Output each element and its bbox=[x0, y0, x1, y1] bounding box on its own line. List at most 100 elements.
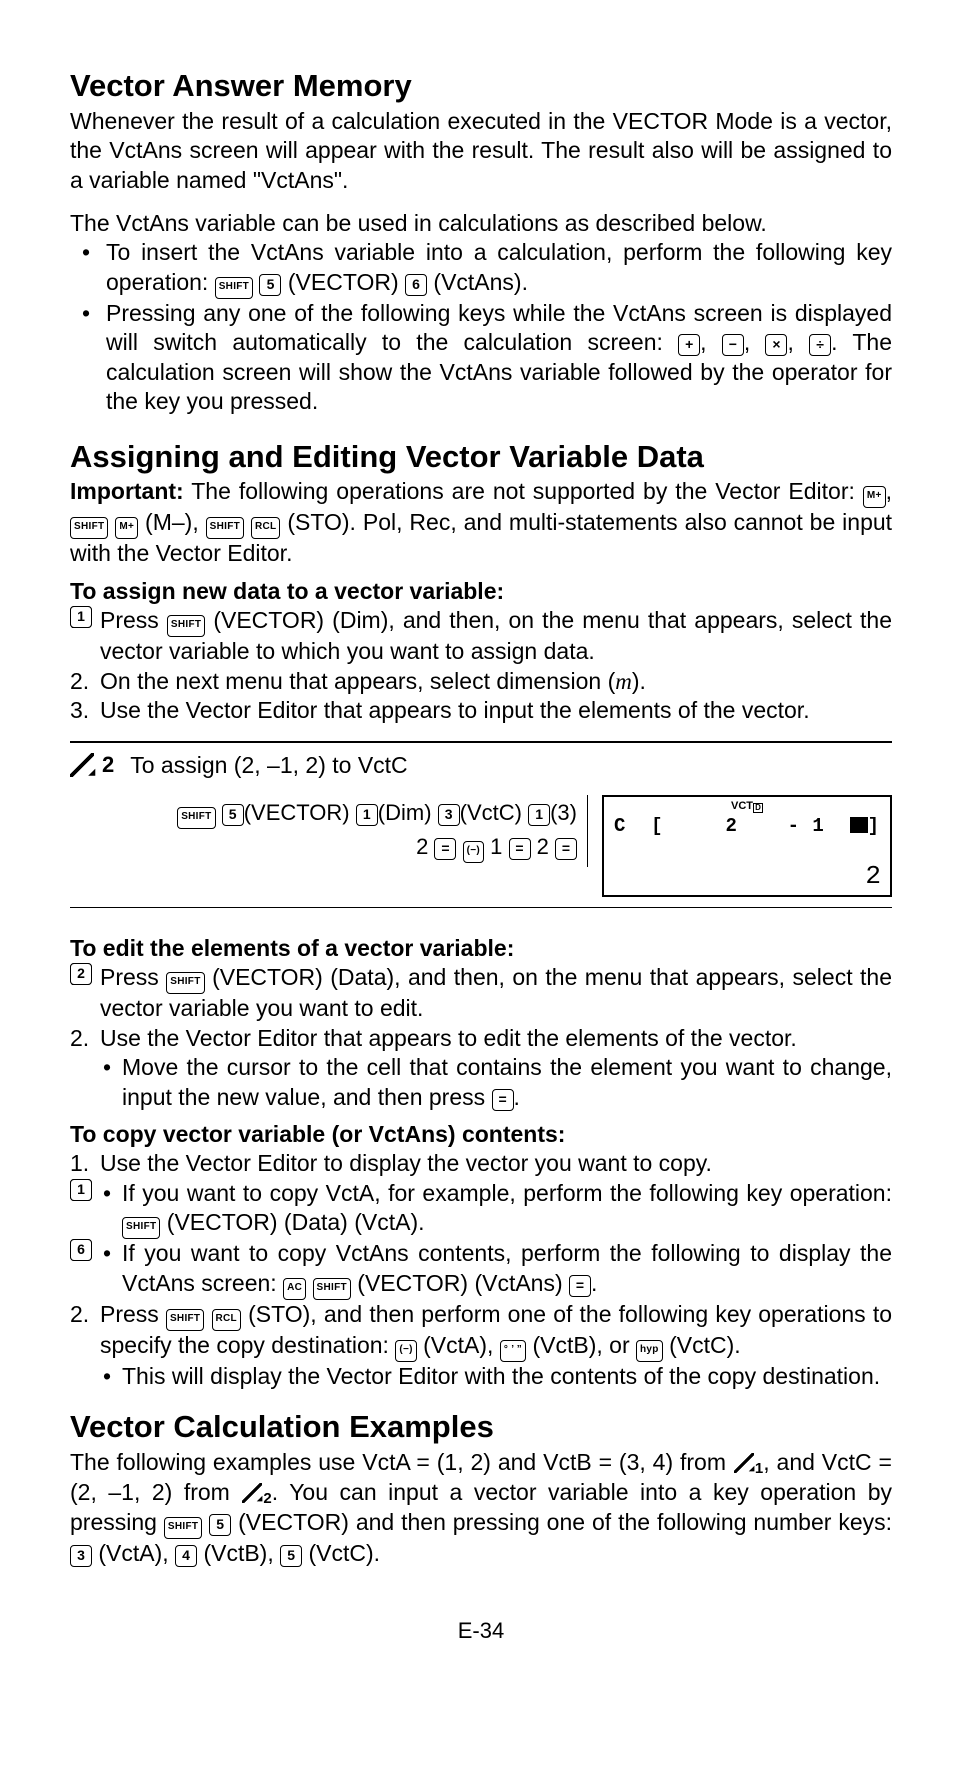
copy-step-1: 1. Use the Vector Editor to display the … bbox=[70, 1149, 892, 1299]
shift-key-icon: SHIFT bbox=[166, 972, 204, 994]
rcl-key-icon: RCL bbox=[251, 517, 280, 539]
neg-key-icon: (−) bbox=[463, 841, 484, 863]
shift-key-icon: SHIFT bbox=[177, 807, 215, 829]
lcd-vector-name: C bbox=[614, 814, 626, 838]
subheading-assign-new: To assign new data to a vector variable: bbox=[70, 577, 892, 606]
text: (VECTOR) and then pressing one of the fo… bbox=[238, 1509, 892, 1535]
heading-assigning-editing: Assigning and Editing Vector Variable Da… bbox=[70, 439, 892, 475]
key-5-icon: 5 bbox=[280, 1545, 302, 1567]
text: (VECTOR) bbox=[212, 964, 323, 990]
equals-key-icon: = bbox=[434, 838, 456, 860]
shift-key-icon: SHIFT bbox=[122, 1217, 160, 1239]
lcd-indicator-row: VCTD bbox=[610, 799, 884, 813]
text: The following operations are not support… bbox=[184, 478, 863, 504]
shift-key-icon: SHIFT bbox=[313, 1278, 351, 1300]
text: Use the Vector Editor to display the vec… bbox=[100, 1150, 712, 1176]
text: Use the Vector Editor that appears to in… bbox=[100, 697, 810, 723]
assign-step-3: 3. Use the Vector Editor that appears to… bbox=[70, 696, 892, 725]
text: (VECTOR) bbox=[244, 800, 350, 825]
text: (VctB), bbox=[203, 1540, 280, 1566]
minus-key-icon: − bbox=[722, 334, 744, 356]
lcd-bracket: ] bbox=[868, 815, 880, 837]
equals-key-icon: = bbox=[492, 1089, 514, 1111]
subheading-copy-contents: To copy vector variable (or VctAns) cont… bbox=[70, 1120, 892, 1149]
text: 1 bbox=[490, 834, 502, 859]
lcd-cursor-icon bbox=[850, 817, 868, 833]
equals-key-icon: = bbox=[509, 838, 531, 860]
copy-step-1-sub1: If you want to copy VctA, for example, p… bbox=[70, 1179, 892, 1239]
divider bbox=[70, 907, 892, 908]
para-vctans-intro: Whenever the result of a calculation exe… bbox=[70, 107, 892, 195]
important-label: Important: bbox=[70, 478, 184, 504]
example-key-sequence: SHIFT 5(VECTOR) 1(Dim) 3(VctC) 1(3) 2 = … bbox=[100, 795, 588, 867]
text: On the next menu that appears, select di… bbox=[100, 668, 615, 694]
text: Press bbox=[100, 607, 167, 633]
page-number: E-34 bbox=[70, 1617, 892, 1645]
example-number: 2 bbox=[102, 751, 114, 779]
para-important: Important: The following operations are … bbox=[70, 477, 892, 568]
bullet-insert-vctans: To insert the VctAns variable into a cal… bbox=[70, 238, 892, 298]
example-2-label: To assign (2, –1, 2) to VctC bbox=[130, 751, 892, 780]
shift-key-icon: SHIFT bbox=[164, 1517, 202, 1539]
ac-key-icon: AC bbox=[283, 1278, 306, 1300]
copy-step-2: 2. Press SHIFT RCL (STO), and then perfo… bbox=[70, 1300, 892, 1391]
key-3-icon: 3 bbox=[70, 1545, 92, 1567]
text: . bbox=[591, 1270, 597, 1296]
text: The following examples use VctA = (1, 2)… bbox=[70, 1449, 733, 1475]
text: (3) bbox=[550, 800, 577, 825]
key-6-icon: 6 bbox=[70, 1239, 92, 1261]
assign-steps-list: 1. Press SHIFT 5 (VECTOR) 1 (Dim), and t… bbox=[70, 606, 892, 725]
heading-vector-answer-memory: Vector Answer Memory bbox=[70, 68, 892, 104]
lcd-result: 2 bbox=[610, 860, 884, 893]
lcd-vector-row: C [ 2 - 1 ] bbox=[610, 814, 884, 838]
subheading-edit-elements: To edit the elements of a vector variabl… bbox=[70, 934, 892, 963]
rcl-key-icon: RCL bbox=[212, 1309, 241, 1331]
mplus-key-icon: M+ bbox=[115, 517, 138, 539]
text: (VctA), bbox=[98, 1540, 175, 1566]
shift-key-icon: SHIFT bbox=[167, 615, 205, 637]
pencil-icon bbox=[70, 753, 94, 777]
shift-key-icon: SHIFT bbox=[166, 1309, 204, 1331]
lcd-val-1: 2 bbox=[726, 815, 738, 837]
example-2-body: SHIFT 5(VECTOR) 1(Dim) 3(VctC) 1(3) 2 = … bbox=[100, 795, 892, 897]
text: (VctA). bbox=[354, 1209, 424, 1235]
text: (VECTOR) bbox=[288, 269, 399, 295]
equals-key-icon: = bbox=[555, 838, 577, 860]
edit-step-1: 1. Press SHIFT 5 (VECTOR) 2 (Data), and … bbox=[70, 963, 892, 1023]
key-6-icon: 6 bbox=[405, 274, 427, 296]
para-vctans-usage: The VctAns variable can be used in calcu… bbox=[70, 209, 892, 238]
key-5-icon: 5 bbox=[259, 274, 281, 296]
edit-step-2: 2. Use the Vector Editor that appears to… bbox=[70, 1024, 892, 1112]
plus-key-icon: + bbox=[678, 334, 700, 356]
key-5-icon: 5 bbox=[222, 804, 244, 826]
key-3-icon: 3 bbox=[438, 804, 460, 826]
pencil-icon bbox=[242, 1483, 262, 1503]
text: . bbox=[514, 1084, 520, 1110]
text: If you want to copy VctA, for example, p… bbox=[122, 1180, 892, 1206]
heading-vector-calc-examples: Vector Calculation Examples bbox=[70, 1409, 892, 1445]
text: 2 bbox=[416, 834, 428, 859]
equals-key-icon: = bbox=[569, 1275, 591, 1297]
assign-step-1: 1. Press SHIFT 5 (VECTOR) 1 (Dim), and t… bbox=[70, 606, 892, 666]
text: (VctAns). bbox=[433, 269, 528, 295]
pencil-icon bbox=[734, 1453, 754, 1473]
multiply-key-icon: × bbox=[765, 334, 787, 356]
divide-key-icon: ÷ bbox=[809, 334, 831, 356]
key-5-icon: 5 bbox=[209, 1514, 231, 1536]
assign-step-2: 2. On the next menu that appears, select… bbox=[70, 667, 892, 696]
key-1-icon: 1 bbox=[356, 804, 378, 826]
para-examples-intro: The following examples use VctA = (1, 2)… bbox=[70, 1448, 892, 1569]
text: (VctC). bbox=[669, 1332, 741, 1358]
text: (Dim) bbox=[378, 800, 432, 825]
lcd-mode-vct: VCT bbox=[731, 800, 753, 812]
text: (M–), bbox=[145, 509, 206, 535]
neg-key-icon: (−) bbox=[395, 1340, 416, 1362]
text: Use the Vector Editor that appears to ed… bbox=[100, 1025, 797, 1051]
text: (VctC). bbox=[309, 1540, 381, 1566]
text: (Data) bbox=[284, 1209, 348, 1235]
text: (VECTOR) bbox=[357, 1270, 468, 1296]
copy-steps-list: 1. Use the Vector Editor to display the … bbox=[70, 1149, 892, 1391]
hyp-key-icon: hyp bbox=[636, 1340, 663, 1362]
edit-step-2-sub: Move the cursor to the cell that contain… bbox=[70, 1053, 892, 1112]
mvar-m: m bbox=[615, 669, 632, 694]
